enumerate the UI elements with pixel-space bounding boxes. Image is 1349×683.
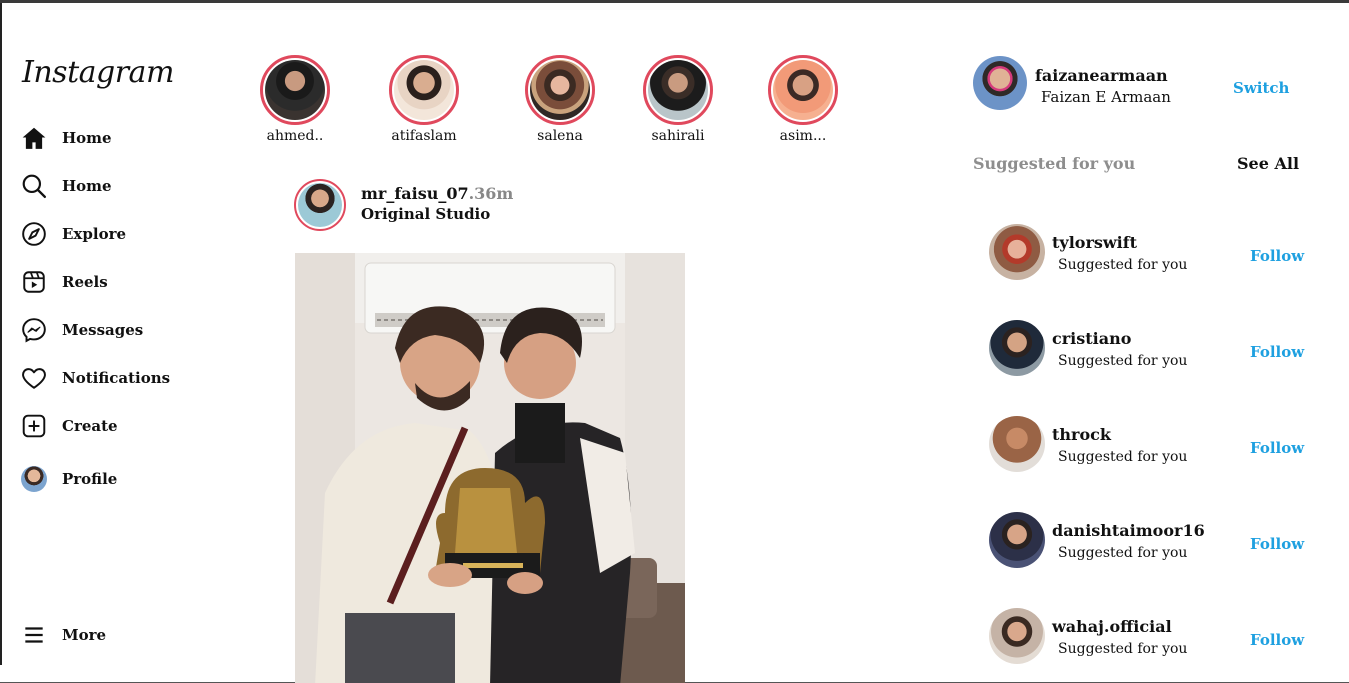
story-username: asim... xyxy=(779,128,827,144)
sidebar-item-create[interactable]: Create xyxy=(20,411,220,441)
story-item[interactable]: ahmed.. xyxy=(250,55,340,144)
suggestion-username[interactable]: throck xyxy=(1052,425,1111,444)
post-username[interactable]: mr_faisu_07 xyxy=(361,184,469,203)
current-username[interactable]: faizanearmaan xyxy=(1035,66,1168,85)
story-item[interactable]: salena xyxy=(515,55,605,144)
post-subtitle: Original Studio xyxy=(361,205,491,223)
sidebar-item-reels[interactable]: Reels xyxy=(20,267,220,297)
suggestion-row: tylorswift Suggested for you Follow xyxy=(989,224,1309,284)
compass-icon xyxy=(20,220,48,248)
suggestion-username[interactable]: wahaj.official xyxy=(1052,617,1172,636)
story-item[interactable]: sahirali xyxy=(633,55,723,144)
sidebar-item-label: Explore xyxy=(62,225,127,243)
suggestion-subtitle: Suggested for you xyxy=(1058,257,1188,273)
suggestion-row: throck Suggested for you Follow xyxy=(989,416,1309,476)
sidebar-item-label: More xyxy=(62,626,107,644)
suggestion-avatar[interactable] xyxy=(989,512,1045,568)
follow-button[interactable]: Follow xyxy=(1250,343,1304,361)
story-ring xyxy=(389,55,459,125)
sidebar-item-label: Home xyxy=(62,177,112,195)
see-all-link[interactable]: See All xyxy=(1237,154,1299,173)
follow-button[interactable]: Follow xyxy=(1250,631,1304,649)
story-avatar xyxy=(773,60,833,120)
sidebar-item-messages[interactable]: Messages xyxy=(20,315,220,345)
plus-square-icon xyxy=(20,412,48,440)
current-user-avatar[interactable] xyxy=(973,56,1027,110)
suggestion-row: danishtaimoor16 Suggested for you Follow xyxy=(989,512,1309,572)
suggestion-subtitle: Suggested for you xyxy=(1058,545,1188,561)
follow-button[interactable]: Follow xyxy=(1250,535,1304,553)
sidebar-item-search[interactable]: Home xyxy=(20,171,220,201)
suggestion-subtitle: Suggested for you xyxy=(1058,449,1188,465)
sidebar-item-notifications[interactable]: Notifications xyxy=(20,363,220,393)
suggestion-avatar[interactable] xyxy=(989,320,1045,376)
suggestion-avatar[interactable] xyxy=(989,608,1045,664)
follow-button[interactable]: Follow xyxy=(1250,247,1304,265)
profile-avatar-image xyxy=(21,466,47,492)
story-item[interactable]: atifaslam xyxy=(379,55,469,144)
sidebar-item-home[interactable]: Home xyxy=(20,123,220,153)
suggestion-avatar[interactable] xyxy=(989,416,1045,472)
story-username: sahirali xyxy=(651,128,705,144)
home-icon xyxy=(20,124,48,152)
sidebar-item-more[interactable]: More xyxy=(20,620,220,650)
story-ring xyxy=(643,55,713,125)
sidebar-item-label: Notifications xyxy=(62,369,171,387)
sidebar-item-label: Messages xyxy=(62,321,144,339)
story-avatar xyxy=(648,60,708,120)
story-avatar xyxy=(530,60,590,120)
sidebar-item-label: Create xyxy=(62,417,118,435)
switch-account-button[interactable]: Switch xyxy=(1233,79,1289,97)
sidebar-item-label: Reels xyxy=(62,273,108,291)
current-full-name: Faizan E Armaan xyxy=(1041,88,1171,106)
story-username: ahmed.. xyxy=(266,128,324,144)
story-ring xyxy=(768,55,838,125)
story-ring xyxy=(260,55,330,125)
post-image[interactable] xyxy=(295,253,685,683)
suggestion-username[interactable]: cristiano xyxy=(1052,329,1131,348)
post-photo xyxy=(295,253,685,683)
avatar xyxy=(20,465,48,493)
reels-icon xyxy=(20,268,48,296)
suggestion-avatar[interactable] xyxy=(989,224,1045,280)
story-avatar xyxy=(394,60,454,120)
suggested-heading: Suggested for you xyxy=(973,154,1136,173)
story-username: atifaslam xyxy=(391,128,457,144)
story-username: salena xyxy=(537,128,583,144)
messenger-icon xyxy=(20,316,48,344)
sidebar-item-label: Home xyxy=(62,129,112,147)
sidebar-item-label: Profile xyxy=(62,470,118,488)
search-icon xyxy=(20,172,48,200)
sidebar-item-profile[interactable]: Profile xyxy=(20,464,220,494)
story-ring xyxy=(525,55,595,125)
story-item[interactable]: asim... xyxy=(758,55,848,144)
post-author-avatar[interactable] xyxy=(294,179,346,231)
app-window: Instagram Home Home Explore Reels Messag… xyxy=(0,0,1349,683)
heart-icon xyxy=(20,364,48,392)
story-avatar xyxy=(265,60,325,120)
follow-button[interactable]: Follow xyxy=(1250,439,1304,457)
menu-icon xyxy=(20,621,48,649)
suggestion-subtitle: Suggested for you xyxy=(1058,641,1188,657)
suggestion-username[interactable]: tylorswift xyxy=(1052,233,1137,252)
suggestion-subtitle: Suggested for you xyxy=(1058,353,1188,369)
sidebar-item-explore[interactable]: Explore xyxy=(20,219,220,249)
instagram-logo[interactable]: Instagram xyxy=(22,55,174,90)
suggestion-row: cristiano Suggested for you Follow xyxy=(989,320,1309,380)
post-author[interactable]: mr_faisu_07.36m xyxy=(361,184,513,203)
suggestion-row: wahaj.official Suggested for you Follow xyxy=(989,608,1309,668)
post-timestamp: .36m xyxy=(468,184,514,203)
post-author-avatar-image xyxy=(298,183,342,227)
left-border xyxy=(0,3,2,665)
suggestion-username[interactable]: danishtaimoor16 xyxy=(1052,521,1205,540)
